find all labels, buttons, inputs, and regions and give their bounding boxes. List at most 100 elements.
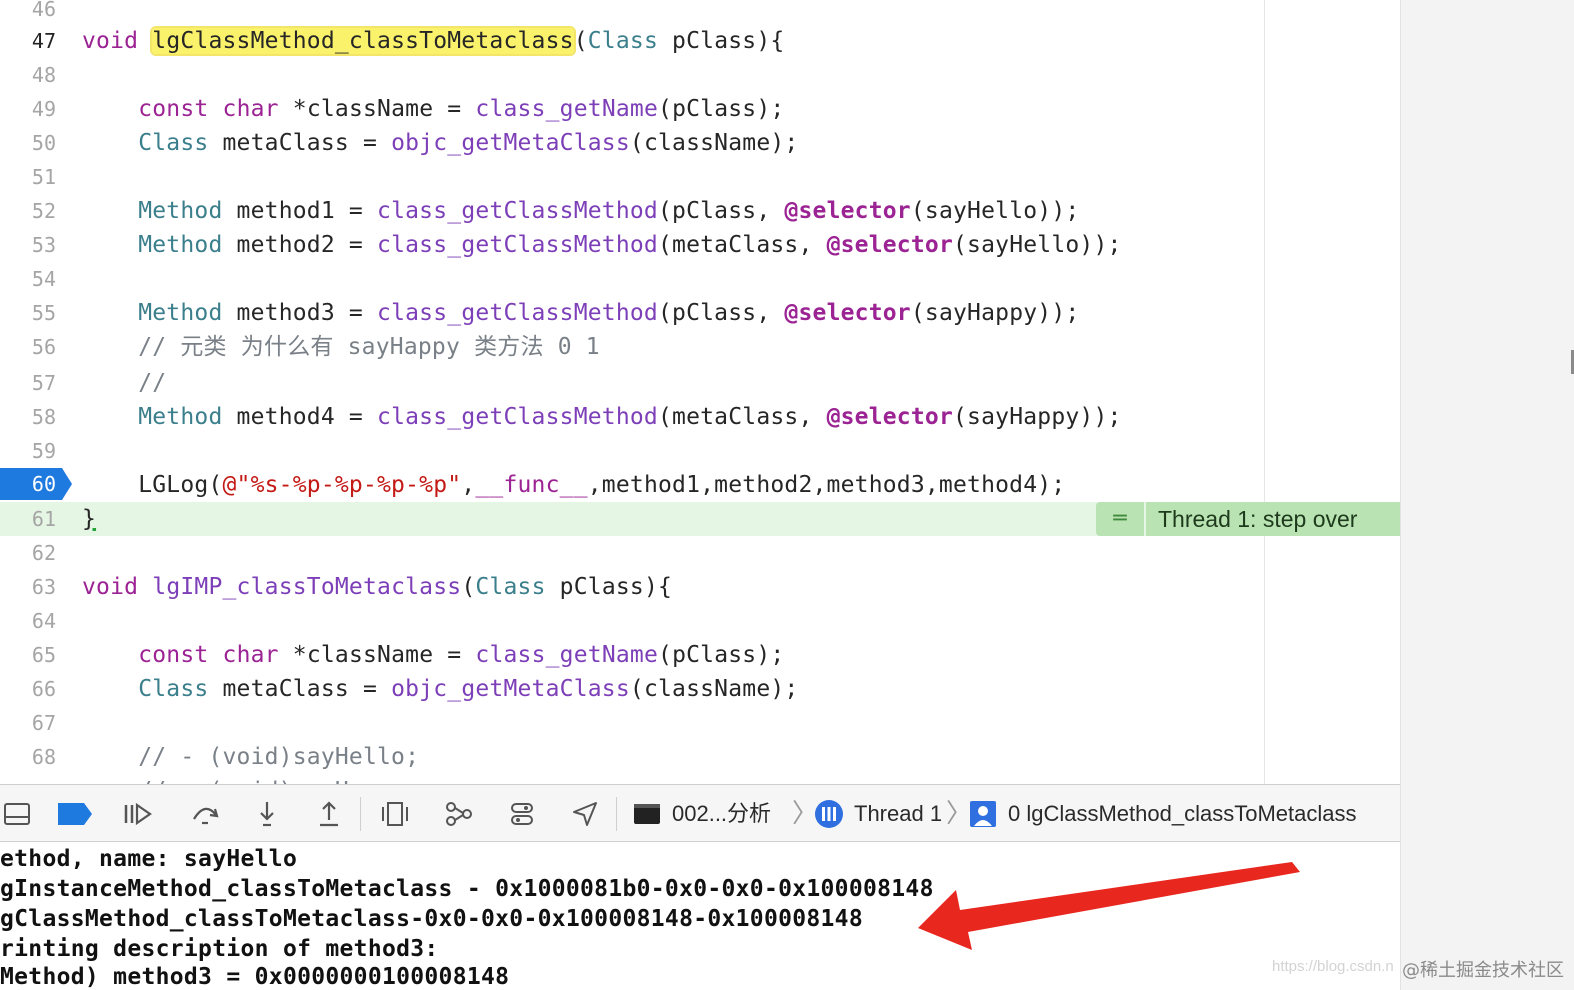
line-number[interactable]: 48 bbox=[0, 58, 56, 92]
code-line[interactable]: LGLog(@"%s-%p-%p-%p-%p",__func__,method1… bbox=[0, 468, 1400, 502]
line-number[interactable]: 55 bbox=[0, 296, 56, 330]
code-line[interactable]: 59 bbox=[0, 434, 1400, 468]
debug-view-hierarchy-icon[interactable] bbox=[378, 797, 412, 831]
code-line[interactable]: 47 void lgClassMethod_classToMetaclass(Cl… bbox=[0, 24, 1400, 58]
code-line[interactable]: 52 Method method1 = class_getClassMethod… bbox=[0, 194, 1400, 228]
line-number[interactable]: 63 bbox=[0, 570, 56, 604]
line-number[interactable]: 58 bbox=[0, 400, 56, 434]
code-token: (sayHappy)); bbox=[910, 300, 1080, 326]
code-token: LGLog( bbox=[82, 472, 223, 498]
code-token: // bbox=[138, 370, 167, 396]
highlighted-symbol: lgClassMethod_classToMetaclass bbox=[152, 28, 574, 54]
code-line[interactable]: 62 bbox=[0, 536, 1400, 570]
breadcrumb-target[interactable]: 002...分析 bbox=[672, 785, 771, 843]
code-line[interactable]: 55 Method method3 = class_getClassMethod… bbox=[0, 296, 1400, 330]
line-number[interactable]: 59 bbox=[0, 434, 56, 468]
code-token: (sayHappy)); bbox=[953, 404, 1122, 430]
code-token: Method bbox=[138, 198, 223, 224]
code-line[interactable]: 51 bbox=[0, 160, 1400, 194]
environment-overrides-icon[interactable] bbox=[505, 797, 539, 831]
code-line[interactable]: 54 bbox=[0, 262, 1400, 296]
line-number[interactable]: 51 bbox=[0, 160, 56, 194]
hide-debug-area-icon[interactable] bbox=[0, 797, 34, 831]
code-token: ( bbox=[573, 28, 588, 54]
minimap-pane bbox=[1400, 0, 1574, 990]
code-text: Method method2 = class_getClassMethod(me… bbox=[82, 228, 1122, 262]
code-token: char bbox=[222, 642, 279, 668]
code-token: method3 = bbox=[222, 300, 378, 326]
code-line[interactable]: 48 bbox=[0, 58, 1400, 92]
code-token: class_getClassMethod bbox=[377, 198, 658, 224]
code-token: class_getName bbox=[475, 642, 659, 668]
line-number[interactable]: 68 bbox=[0, 740, 56, 774]
code-token: (className); bbox=[629, 130, 799, 156]
code-token: class_getClassMethod bbox=[377, 300, 658, 326]
code-line[interactable]: 65 const char *className = class_getName… bbox=[0, 638, 1400, 672]
code-line[interactable]: 46 bbox=[0, 0, 1400, 26]
line-number[interactable]: 67 bbox=[0, 706, 56, 740]
step-into-icon[interactable] bbox=[250, 797, 284, 831]
code-token: class_getClassMethod bbox=[377, 232, 658, 258]
thread-icon bbox=[812, 797, 846, 831]
code-line[interactable]: 50 Class metaClass = objc_getMetaClass(c… bbox=[0, 126, 1400, 160]
code-token: const bbox=[138, 642, 209, 668]
breakpoint-line-number: 60 bbox=[31, 472, 56, 496]
code-token: method1 = bbox=[222, 198, 378, 224]
code-line[interactable]: 58 Method method4 = class_getClassMethod… bbox=[0, 400, 1400, 434]
code-text: // + (void)sayHappy; bbox=[82, 774, 419, 784]
thread-status-badge: ═ Thread 1: step over bbox=[1096, 502, 1400, 536]
line-number[interactable]: 64 bbox=[0, 604, 56, 638]
code-text: Class metaClass = objc_getMetaClass(clas… bbox=[82, 672, 798, 706]
code-text: LGLog(@"%s-%p-%p-%p-%p",__func__,method1… bbox=[82, 468, 1065, 502]
line-number[interactable]: 56 bbox=[0, 330, 56, 364]
line-number[interactable]: 61 bbox=[0, 502, 56, 536]
continue-icon[interactable] bbox=[120, 797, 154, 831]
step-out-icon[interactable] bbox=[312, 797, 346, 831]
code-token: (className); bbox=[629, 676, 799, 702]
code-line[interactable]: 64 bbox=[0, 604, 1400, 638]
line-number[interactable]: 66 bbox=[0, 672, 56, 706]
code-token: (sayHello)); bbox=[910, 198, 1080, 224]
line-number[interactable]: 46 bbox=[0, 0, 56, 26]
memory-graph-icon[interactable] bbox=[442, 797, 476, 831]
breadcrumb-frame[interactable]: 0 lgClassMethod_classToMetaclass bbox=[1008, 785, 1357, 843]
code-token: void bbox=[82, 574, 139, 600]
code-token: (pClass); bbox=[658, 96, 785, 122]
line-number[interactable]: 54 bbox=[0, 262, 56, 296]
code-line[interactable]: 67 bbox=[0, 706, 1400, 740]
line-number[interactable]: 52 bbox=[0, 194, 56, 228]
line-number[interactable]: 53 bbox=[0, 228, 56, 262]
code-editor[interactable]: 46 47 void lgClassMethod_classToMetaclass(… bbox=[0, 0, 1400, 784]
simulate-location-icon[interactable] bbox=[568, 797, 602, 831]
code-line[interactable]: 63 void lgIMP_classToMetaclass(Class pCla… bbox=[0, 570, 1400, 604]
code-line[interactable]: 57 // bbox=[0, 366, 1400, 400]
watermark-url: https://blog.csdn.n bbox=[1272, 958, 1394, 975]
line-number[interactable]: 50 bbox=[0, 126, 56, 160]
debug-console[interactable]: ethod, name: sayHello gInstanceMethod_cl… bbox=[0, 842, 1400, 990]
code-token: } bbox=[82, 506, 97, 532]
line-number[interactable]: 49 bbox=[0, 92, 56, 126]
breakpoints-toggle-icon[interactable] bbox=[58, 797, 92, 831]
code-line[interactable]: // + (void)sayHappy; bbox=[0, 774, 1400, 784]
line-number[interactable]: 57 bbox=[0, 366, 56, 400]
console-line: rinting description of method3: bbox=[0, 936, 439, 962]
code-line[interactable]: 53 Method method2 = class_getClassMethod… bbox=[0, 228, 1400, 262]
code-line[interactable]: 68 // - (void)sayHello; bbox=[0, 740, 1400, 774]
code-line[interactable]: 56 // 元类 为什么有 sayHappy 类方法 0 1 bbox=[0, 330, 1400, 364]
line-number[interactable]: 62 bbox=[0, 536, 56, 570]
code-line[interactable]: 66 Class metaClass = objc_getMetaClass(c… bbox=[0, 672, 1400, 706]
breadcrumb-thread[interactable]: Thread 1 bbox=[854, 785, 942, 843]
code-token: @selector bbox=[826, 404, 953, 430]
code-text: void lgIMP_classToMetaclass(Class pClass… bbox=[82, 570, 672, 604]
code-token: void bbox=[82, 28, 139, 54]
line-number[interactable]: 65 bbox=[0, 638, 56, 672]
code-token: Method bbox=[138, 300, 223, 326]
code-line[interactable]: 49 const char *className = class_getName… bbox=[0, 92, 1400, 126]
step-over-icon[interactable] bbox=[188, 797, 222, 831]
line-number[interactable]: 47 bbox=[0, 24, 56, 58]
